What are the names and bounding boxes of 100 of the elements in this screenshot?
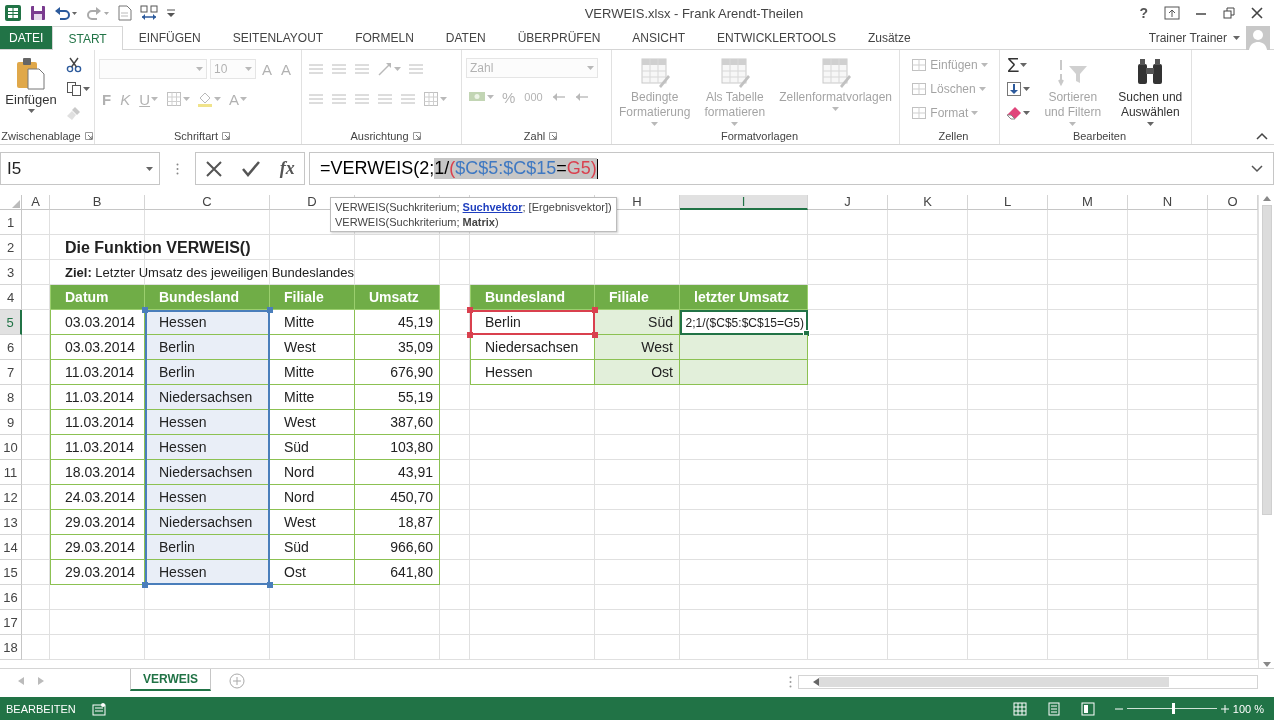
previous-sheet-icon[interactable] (18, 677, 24, 685)
row-header[interactable]: 4 (0, 285, 22, 310)
row-header[interactable]: 2 (0, 235, 22, 260)
grip-icon (176, 162, 179, 175)
row-header[interactable]: 5 (0, 310, 22, 335)
column-header[interactable]: I (680, 195, 808, 210)
expand-icon[interactable] (1251, 164, 1263, 173)
check-icon[interactable] (241, 159, 262, 178)
ribbon-display-icon[interactable] (1164, 6, 1180, 20)
row-header[interactable]: 9 (0, 410, 22, 435)
user-name[interactable]: Trainer Trainer (1148, 30, 1227, 45)
page-icon[interactable] (118, 5, 132, 21)
zoom-thumb[interactable] (1171, 703, 1175, 714)
ribbon-button[interactable]: Einfügen (2, 54, 60, 115)
table-cell: 18.03.2014 (50, 460, 145, 485)
help-button[interactable]: ? (1137, 5, 1150, 21)
table-cell: Niedersachsen (145, 510, 270, 535)
table-cell: Süd (270, 535, 355, 560)
next-sheet-icon[interactable] (38, 677, 44, 685)
column-header[interactable]: K (888, 195, 968, 210)
macro-record-icon[interactable] (91, 701, 106, 716)
customize-icon[interactable] (166, 8, 176, 18)
sheet-tab[interactable]: VERWEIS (130, 669, 212, 691)
page-layout-icon[interactable] (1046, 701, 1061, 716)
lines-icon (377, 91, 393, 107)
column-header-cell: Datum (50, 285, 145, 310)
row-header[interactable]: 18 (0, 635, 22, 660)
cancel-icon[interactable] (205, 159, 224, 178)
row-header[interactable]: 16 (0, 585, 22, 610)
name-box[interactable]: I5 (0, 152, 160, 185)
ribbon-tab[interactable]: START (52, 26, 123, 50)
column-header[interactable]: M (1048, 195, 1128, 210)
redo-icon[interactable] (86, 5, 110, 21)
row-header[interactable]: 13 (0, 510, 22, 535)
zoom-in-icon[interactable] (1220, 704, 1229, 713)
row-header[interactable]: 3 (0, 260, 22, 285)
close-icon[interactable] (1250, 6, 1264, 20)
column-header[interactable]: A (22, 195, 50, 210)
lines-icon (308, 61, 324, 77)
column-header[interactable]: B (50, 195, 145, 210)
column-header[interactable]: O (1208, 195, 1258, 210)
row-header[interactable]: 14 (0, 535, 22, 560)
column-header[interactable]: C (145, 195, 270, 210)
row-header[interactable]: 10 (0, 435, 22, 460)
table-cell: 11.03.2014 (50, 410, 145, 435)
ribbon-button[interactable]: Suchen und Auswählen (1113, 54, 1187, 128)
launcher-icon[interactable] (549, 131, 558, 140)
formula-text: 1/ (434, 158, 450, 179)
table-cell: 450,70 (355, 485, 440, 510)
caret-icon (1233, 35, 1240, 40)
normal-view-icon[interactable] (1012, 701, 1027, 716)
launcher-icon[interactable] (412, 131, 421, 140)
formula-text: $C$5:$C$15 (455, 158, 557, 179)
table-cell: Mitte (270, 385, 355, 410)
scroll-thumb[interactable] (1261, 205, 1272, 515)
table-cell[interactable]: 2;1/($C$5:$C$15=G5) (680, 310, 808, 335)
ribbon-tab[interactable]: FORMELN (339, 26, 430, 49)
zoom-level[interactable]: 100 % (1232, 702, 1268, 715)
avatar-icon[interactable] (1246, 25, 1270, 50)
ribbon-tab[interactable]: EINFÜGEN (122, 26, 217, 49)
ribbon-tab[interactable]: DATEN (429, 26, 502, 49)
restore-icon[interactable] (1222, 6, 1236, 20)
ribbon-tab[interactable]: ANSICHT (616, 26, 701, 49)
row-header[interactable]: 6 (0, 335, 22, 360)
add-sheet-icon[interactable] (229, 673, 246, 689)
row-header[interactable]: 17 (0, 610, 22, 635)
table-cell: Mitte (270, 360, 355, 385)
insert-function-button[interactable]: fx (279, 158, 295, 179)
grip-icon[interactable] (789, 676, 792, 688)
collapse-icon[interactable] (1256, 132, 1268, 140)
row-header[interactable]: 15 (0, 560, 22, 585)
row-header[interactable]: 12 (0, 485, 22, 510)
undo-icon[interactable] (54, 5, 78, 21)
row-header[interactable]: 8 (0, 385, 22, 410)
caret-icon (245, 67, 252, 71)
scroll-up-icon[interactable] (1262, 195, 1271, 201)
row-header[interactable]: 11 (0, 460, 22, 485)
tool-button[interactable]: Σ (1004, 54, 1032, 76)
ribbon-tab[interactable]: Zusätze (851, 26, 927, 49)
column-header[interactable]: N (1128, 195, 1208, 210)
row-header[interactable]: 7 (0, 360, 22, 385)
save-icon[interactable] (30, 5, 46, 21)
column-header[interactable]: J (808, 195, 888, 210)
scroll-down-icon[interactable] (1262, 662, 1271, 668)
ribbon-tab[interactable]: SEITENLAYOUT (216, 26, 340, 49)
formula-field[interactable]: =VERWEIS(2;1/($C$5:$C$15=G5) (309, 152, 1274, 185)
launcher-icon[interactable] (84, 131, 93, 140)
table-cell: Süd (595, 310, 680, 335)
ribbon-tab[interactable]: ENTWICKLERTOOLS (701, 26, 852, 49)
page-break-icon[interactable] (1080, 701, 1095, 716)
horizontal-scrollbar[interactable] (798, 675, 1258, 689)
table-cell: 103,80 (355, 435, 440, 460)
sheet-title: Die Funktion VERWEIS() (64, 238, 251, 258)
ribbon-tab[interactable]: DATEI (0, 26, 53, 49)
column-header[interactable]: L (968, 195, 1048, 210)
launcher-icon[interactable] (222, 131, 230, 140)
row-header[interactable]: 1 (0, 210, 22, 235)
ribbon-tab[interactable]: ÜBERPRÜFEN (501, 26, 617, 49)
select-all-icon[interactable] (12, 200, 20, 208)
split-icon[interactable] (140, 5, 158, 21)
